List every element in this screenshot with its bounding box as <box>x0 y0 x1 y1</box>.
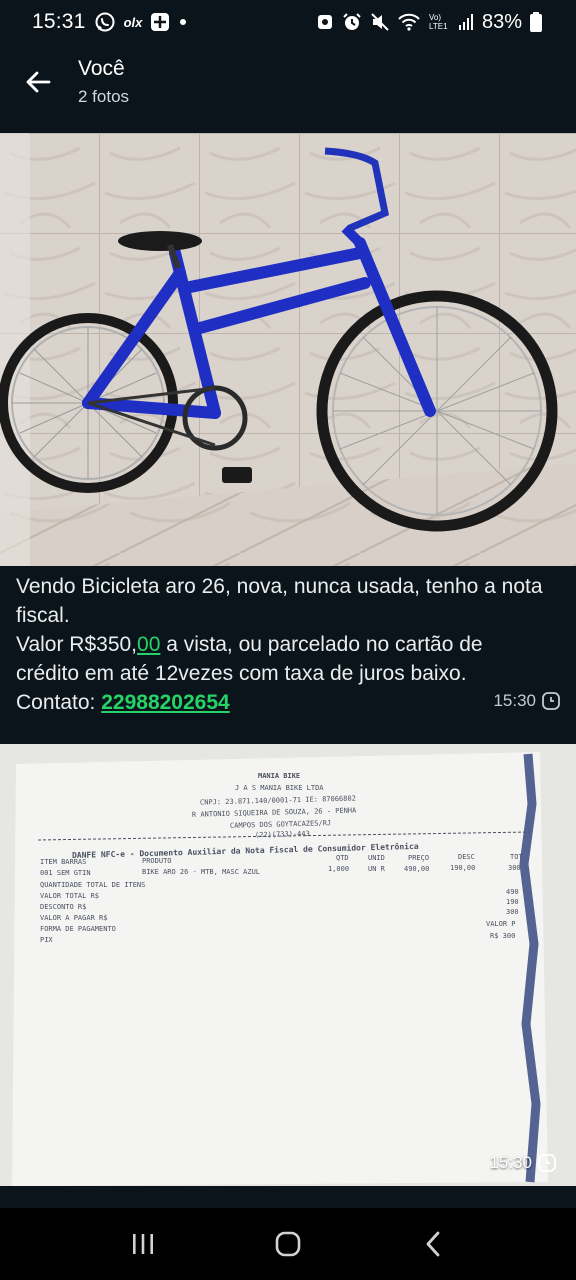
receipt-col-qtd: QTD <box>336 854 349 862</box>
receipt-row-produto: BIKE ARO 26 - MTB, MASC AZUL <box>142 868 260 876</box>
battery-icon <box>530 12 542 32</box>
svg-text:Vo): Vo) <box>429 13 441 22</box>
mute-icon <box>370 12 390 32</box>
caption-cents-link[interactable]: 00 <box>137 633 160 656</box>
photo-caption-area: Vendo Bicicleta aro 26, nova, nunca usad… <box>0 566 576 716</box>
receipt-row-preco: 490,00 <box>404 865 429 873</box>
volte-icon: Vo) LTE1 <box>428 12 450 32</box>
receipt-photo[interactable]: MANIA BIKE J A S MANIA BIKE LTDA CNPJ: 2… <box>0 744 576 1186</box>
photo-caption: Vendo Bicicleta aro 26, nova, nunca usad… <box>16 572 560 717</box>
home-icon <box>275 1231 301 1257</box>
message-meta-2: 15:30 <box>489 1153 556 1173</box>
receipt-desconto: DESCONTO R$ <box>40 903 86 911</box>
page-title: Você <box>78 57 125 80</box>
olx-icon: olx <box>123 14 143 30</box>
receipt-value-3: 300 <box>506 908 519 916</box>
receipt-col-produto: PRODUTO <box>142 857 172 865</box>
caption-line-1: Vendo Bicicleta aro 26, nova, nunca usad… <box>16 575 543 627</box>
receipt-total-items: QUANTIDADE TOTAL DE ITENS <box>40 881 145 889</box>
app-header: Você 2 fotos <box>0 44 576 120</box>
recents-icon <box>132 1234 153 1254</box>
caption-value-prefix: Valor R$350, <box>16 633 138 656</box>
receipt-valor-total: VALOR TOTAL R$ <box>40 892 99 900</box>
status-bar: 15:31 olx Vo) LTE1 83% <box>0 0 576 44</box>
receipt-value-1: 490 <box>506 888 519 896</box>
receipt-col-unid: UNID <box>368 854 385 862</box>
receipt-col-total: TOT <box>510 853 523 861</box>
caption-contact-label: Contato: <box>16 691 102 714</box>
svg-text:LTE1: LTE1 <box>429 22 448 31</box>
battery-percentage: 83% <box>481 10 522 33</box>
screenshot-icon <box>316 13 334 31</box>
receipt-value-2: 190 <box>506 898 519 906</box>
receipt-col-preco: PREÇO <box>408 854 429 862</box>
receipt-pix: PIX <box>40 936 53 944</box>
wifi-icon <box>398 13 420 31</box>
recent-apps-button[interactable] <box>113 1214 173 1274</box>
receipt-valor-pagar: VALOR A PAGAR R$ <box>40 914 107 922</box>
receipt-col-item: ITEM BARRAS <box>40 858 86 866</box>
message-meta: 15:30 <box>493 691 560 711</box>
message-time-2: 15:30 <box>489 1153 532 1172</box>
arrow-left-icon <box>26 71 51 93</box>
receipt-value-5: R$ 300 <box>490 932 515 940</box>
clock-icon <box>542 692 560 710</box>
receipt-row-unid: UN R <box>368 865 386 873</box>
chevron-left-icon <box>426 1231 440 1257</box>
back-button[interactable] <box>0 44 76 120</box>
signal-icon <box>458 13 474 31</box>
dot-icon <box>178 17 188 27</box>
photo-count: 2 fotos <box>78 87 130 106</box>
receipt-store: MANIA BIKE <box>258 772 300 780</box>
receipt-value-4: VALOR P <box>486 920 516 928</box>
receipt-company: J A S MANIA BIKE LTDA <box>235 784 324 792</box>
receipt-row-qtd: 1,000 <box>328 865 349 873</box>
bicycle-photo[interactable] <box>0 133 576 566</box>
phone-link[interactable]: 22988202654 <box>101 691 229 714</box>
status-time: 15:31 <box>32 10 86 33</box>
receipt-row-total: 300 <box>508 864 521 872</box>
system-nav-bar <box>0 1208 576 1280</box>
receipt-phone: (22)(733)-443 <box>255 830 310 839</box>
receipt-row-item: 001 SEM GTIN <box>40 869 91 877</box>
clock-icon <box>538 1154 556 1172</box>
alarm-icon <box>342 12 362 32</box>
receipt-forma-pagamento: FORMA DE PAGAMENTO <box>40 925 116 933</box>
back-nav-button[interactable] <box>403 1214 463 1274</box>
receipt-col-desc: DESC <box>458 853 475 861</box>
receipt-row-desc: 190,00 <box>450 864 475 872</box>
whatsapp-icon <box>94 11 116 33</box>
message-time: 15:30 <box>493 691 536 710</box>
app-notification-icon <box>150 12 170 32</box>
home-button[interactable] <box>258 1214 318 1274</box>
